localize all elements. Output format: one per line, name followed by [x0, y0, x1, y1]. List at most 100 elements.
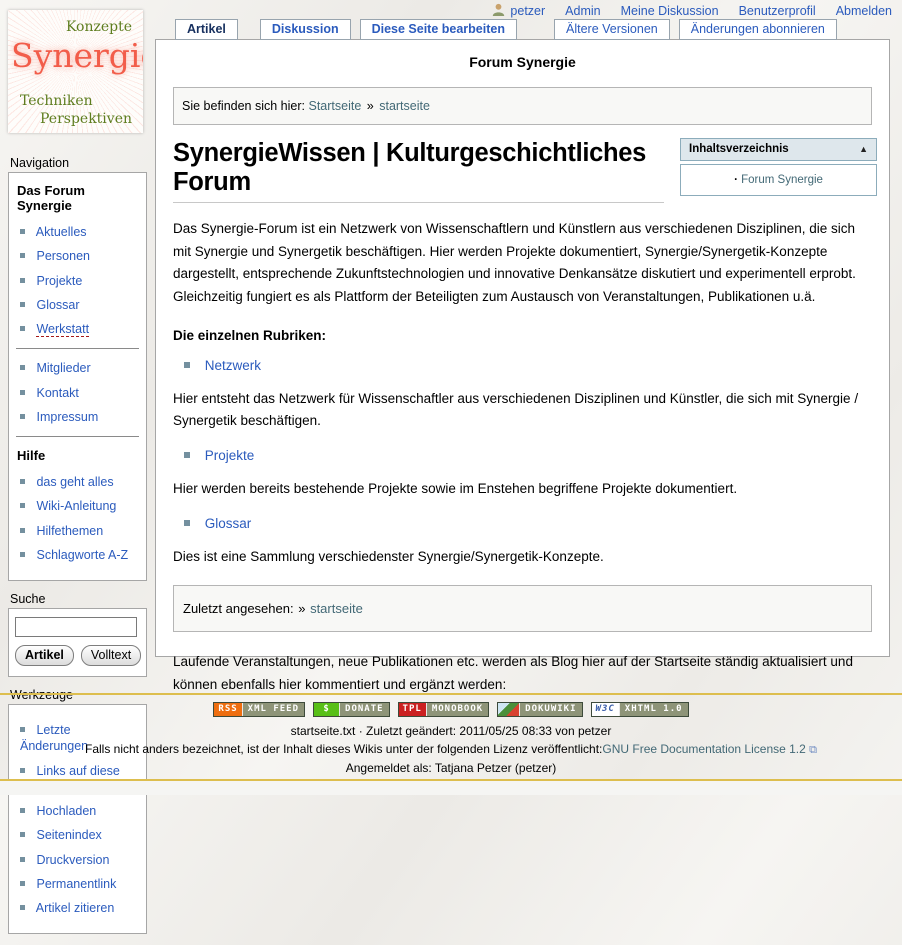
- sidebar-link[interactable]: Hilfethemen: [36, 524, 103, 538]
- breadcrumb-link-current[interactable]: startseite: [379, 99, 430, 113]
- toc-item: Forum Synergie: [681, 174, 876, 186]
- square-bullet-icon: [20, 326, 25, 331]
- license-link[interactable]: GNU Free Documentation License 1.2: [602, 742, 805, 756]
- collapse-caret-icon[interactable]: ▲: [859, 144, 868, 154]
- square-bullet-icon: [20, 278, 25, 283]
- footer-badge[interactable]: $ DONATE: [313, 702, 390, 717]
- recent-separator: »: [297, 601, 306, 616]
- search-input[interactable]: [15, 617, 137, 637]
- rubrik-bullet-row: Netzwerk: [184, 358, 872, 373]
- sidebar-heading-hilfe: Hilfe: [17, 448, 140, 463]
- footer-badge[interactable]: RSS XML FEED: [213, 702, 305, 717]
- tab[interactable]: Ältere Versionen: [554, 19, 670, 40]
- sidebar-link[interactable]: Impressum: [36, 410, 98, 424]
- rubrik-description: Dies ist eine Sammlung verschiedenster S…: [173, 546, 872, 569]
- sidebar-link[interactable]: Glossar: [36, 298, 79, 312]
- sidebar-item: Druckversion: [20, 852, 140, 868]
- toc-title: Inhaltsverzeichnis: [689, 143, 789, 155]
- badge-left-label: TPL: [399, 703, 427, 716]
- square-bullet-icon: [20, 390, 25, 395]
- square-bullet-icon: [20, 365, 25, 370]
- sidebar-link[interactable]: Druckversion: [36, 853, 109, 867]
- sidebar-link[interactable]: Aktuelles: [36, 225, 87, 239]
- sidebar-link[interactable]: Permanentlink: [36, 877, 116, 891]
- badge-right-label: MONOBOOK: [427, 703, 488, 716]
- footer-badge[interactable]: W3C XHTML 1.0: [591, 702, 689, 717]
- search-volltext-button[interactable]: Volltext: [81, 645, 141, 666]
- sidebar-label-navigation: Navigation: [10, 156, 147, 170]
- sidebar-link[interactable]: Hochladen: [36, 804, 96, 818]
- userbar-link[interactable]: Benutzerprofil: [739, 4, 816, 18]
- sidebar-item: Artikel zitieren: [20, 900, 140, 916]
- sidebar-item: Personen: [20, 248, 140, 264]
- table-of-contents: Inhaltsverzeichnis ▲ Forum Synergie: [680, 138, 877, 196]
- rubrik-section: Projekte Hier werden bereits bestehende …: [156, 448, 889, 501]
- tab[interactable]: Änderungen abonnieren: [679, 19, 837, 40]
- footer-badges: RSS XML FEED $ DONATE TPL MONOBOOK DOKUW…: [0, 702, 902, 717]
- userbar-link[interactable]: Abmelden: [836, 4, 892, 18]
- breadcrumb-prefix: Sie befinden sich hier:: [182, 99, 305, 113]
- userbar-link[interactable]: Admin: [565, 4, 600, 18]
- toc-header[interactable]: Inhaltsverzeichnis ▲: [680, 138, 877, 161]
- badge-left-label: W3C: [592, 703, 620, 716]
- toc-link[interactable]: Forum Synergie: [734, 174, 823, 186]
- badge-right-label: DONATE: [340, 703, 389, 716]
- sidebar-item: Mitglieder: [20, 360, 140, 376]
- badge-left-label: [498, 703, 520, 716]
- sidebar-link[interactable]: Seitenindex: [36, 828, 101, 842]
- page-header: Forum Synergie: [156, 40, 889, 70]
- rubrik-link[interactable]: Projekte: [205, 448, 255, 463]
- sidebar-link[interactable]: Schlagworte A-Z: [36, 548, 128, 562]
- sidebar-link[interactable]: Artikel zitieren: [36, 901, 115, 915]
- rubrik-link[interactable]: Netzwerk: [205, 358, 261, 373]
- square-bullet-icon: [20, 302, 25, 307]
- footer-modified-line: startseite.txt · Zuletzt geändert: 2011/…: [0, 724, 902, 738]
- rubrik-link[interactable]: Glossar: [205, 516, 252, 531]
- sidebar-link[interactable]: Mitglieder: [36, 361, 90, 375]
- rubriken-heading: Die einzelnen Rubriken:: [173, 328, 872, 343]
- navigation-box: Das Forum Synergie Aktuelles Personen Pr…: [8, 172, 147, 581]
- sidebar-link[interactable]: Personen: [36, 249, 90, 263]
- sidebar-item: Hilfethemen: [20, 523, 140, 539]
- sidebar-link[interactable]: Wiki-Anleitung: [36, 499, 116, 513]
- rubrik-section: Glossar Dies ist eine Sammlung verschied…: [156, 516, 889, 569]
- sidebar-label-suche: Suche: [10, 592, 147, 606]
- site-logo[interactable]: Konzepte Synergie Techniken Perspektiven: [8, 10, 143, 133]
- rubrik-description: Hier werden bereits bestehende Projekte …: [173, 478, 872, 501]
- sidebar-item: Glossar: [20, 297, 140, 313]
- logo-word-konzepte: Konzepte: [66, 19, 132, 35]
- rubrik-bullet-row: Projekte: [184, 448, 872, 463]
- sidebar-item: Wiki-Anleitung: [20, 498, 140, 514]
- external-link-icon: ⧉: [809, 744, 817, 756]
- badge-left-label: RSS: [214, 703, 242, 716]
- sidebar-link[interactable]: Kontakt: [36, 386, 78, 400]
- recent-link[interactable]: startseite: [310, 601, 363, 616]
- bottom-strip: [0, 779, 902, 795]
- footer-badge[interactable]: DOKUWIKI: [497, 702, 582, 717]
- footer-badge[interactable]: TPL MONOBOOK: [398, 702, 490, 717]
- search-artikel-button[interactable]: Artikel: [15, 645, 74, 666]
- square-bullet-icon: [20, 253, 25, 258]
- sidebar-item: Seitenindex: [20, 827, 140, 843]
- sidebar-link[interactable]: das geht alles: [36, 475, 113, 489]
- square-bullet-icon: [20, 479, 25, 484]
- tab[interactable]: Diese Seite bearbeiten: [360, 19, 517, 40]
- sidebar: Navigation Das Forum Synergie Aktuelles …: [8, 156, 147, 945]
- logo-word-perspektiven: Perspektiven: [40, 111, 132, 127]
- sidebar-item: Impressum: [20, 409, 140, 425]
- member-links: Mitglieder Kontakt Impressum: [15, 360, 140, 425]
- user-profile-link[interactable]: petzer: [492, 3, 545, 19]
- footer-loggedin-line: Angemeldet als: Tatjana Petzer (petzer): [0, 761, 902, 775]
- square-bullet-icon: [20, 808, 25, 813]
- square-bullet-icon: [20, 857, 25, 862]
- breadcrumb-link-startseite[interactable]: Startseite: [308, 99, 361, 113]
- sidebar-divider: [16, 348, 139, 349]
- outro-paragraph: Laufende Veranstaltungen, neue Publikati…: [173, 651, 872, 696]
- logo-title: Synergie: [11, 36, 142, 75]
- tab[interactable]: Diskussion: [260, 19, 351, 40]
- sidebar-link[interactable]: Projekte: [36, 274, 82, 288]
- tab[interactable]: Artikel: [175, 19, 238, 40]
- userbar-link[interactable]: Meine Diskussion: [621, 4, 719, 18]
- sidebar-link[interactable]: Werkstatt: [36, 322, 89, 337]
- square-bullet-icon: [184, 362, 190, 368]
